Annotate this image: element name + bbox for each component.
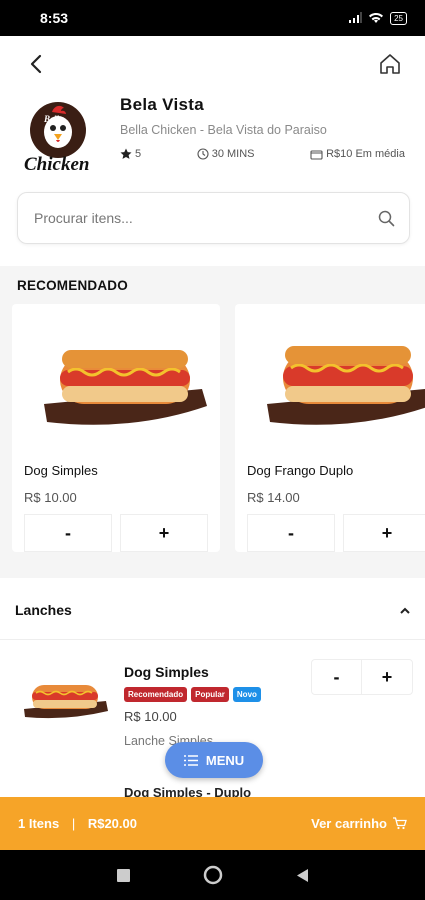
search-input[interactable] xyxy=(34,210,378,226)
category-header[interactable]: Lanches xyxy=(0,578,425,640)
recommended-card[interactable]: Dog Simples R$ 10.00 - + xyxy=(12,304,220,552)
recommended-title: RECOMENDADO xyxy=(17,278,128,293)
cart-total: R$20.00 xyxy=(87,816,137,831)
wifi-icon xyxy=(369,13,384,23)
hotdog-thumbnail xyxy=(24,685,108,719)
square-icon xyxy=(116,868,130,882)
top-bar xyxy=(0,36,425,92)
decrement-button[interactable]: - xyxy=(312,660,362,694)
badge-group: Recomendado Popular Novo xyxy=(124,687,261,702)
recents-button[interactable] xyxy=(116,868,130,882)
increment-button[interactable]: + xyxy=(343,514,425,552)
increment-button[interactable]: + xyxy=(120,514,208,552)
view-cart-button[interactable]: Ver carrinho xyxy=(311,816,407,831)
badge-novo: Novo xyxy=(232,687,261,702)
list-icon xyxy=(183,754,198,766)
menu-label: MENU xyxy=(205,752,245,768)
recommended-section: RECOMENDADO Dog Simples R$ 10.00 - + Dog… xyxy=(0,266,425,578)
hotdog-image xyxy=(44,350,207,425)
card-price: R$ 14.00 xyxy=(247,490,300,505)
decrement-button[interactable]: - xyxy=(247,514,335,552)
quantity-stepper: - + xyxy=(311,659,413,695)
svg-text:Bella: Bella xyxy=(43,114,64,124)
category-title: Lanches xyxy=(15,602,72,618)
search-icon[interactable] xyxy=(378,210,395,227)
card-price: R$ 10.00 xyxy=(24,490,77,505)
system-nav-bar xyxy=(0,850,425,900)
average-price: R$10 Em média xyxy=(326,148,405,160)
menu-button[interactable]: MENU xyxy=(165,742,263,778)
cart-icon xyxy=(393,817,407,830)
restaurant-header: Bella Chicken Bela Vista Bella Chicken -… xyxy=(0,92,425,184)
next-product-name: Dog Simples - Duplo xyxy=(124,785,252,797)
triangle-back-icon xyxy=(296,868,308,882)
recommended-card[interactable]: Dog Frango Duplo R$ 14.00 - + xyxy=(235,304,425,552)
back-button[interactable] xyxy=(22,50,50,78)
star-icon xyxy=(120,148,132,159)
search-box xyxy=(17,192,410,244)
wallet-icon xyxy=(310,149,323,160)
cart-separator: | xyxy=(71,816,76,831)
cart-count: 1 Itens xyxy=(18,816,60,831)
battery-icon: 25 xyxy=(390,11,407,25)
product-name: Dog Simples xyxy=(124,664,209,680)
product-price: R$ 10.00 xyxy=(124,709,177,724)
restaurant-address: Bella Chicken - Bela Vista do Paraiso xyxy=(120,123,327,137)
circle-icon xyxy=(203,865,222,885)
view-cart-label: Ver carrinho xyxy=(311,816,387,831)
status-time: 8:53 xyxy=(40,10,69,26)
hotdog-image xyxy=(267,346,425,425)
app-screen: 8:53 25 Bella Chicken Bela Vista Bella C… xyxy=(0,0,425,900)
collapse-toggle[interactable] xyxy=(397,602,413,618)
restaurant-logo: Bella Chicken xyxy=(22,96,98,176)
cart-bar[interactable]: 1 Itens | R$20.00 Ver carrinho xyxy=(0,797,425,850)
signal-icon xyxy=(349,12,362,23)
clock-icon xyxy=(197,148,209,160)
restaurant-meta: 5 30 MINS R$10 Em média xyxy=(120,148,405,160)
card-name: Dog Simples xyxy=(24,463,98,478)
card-name: Dog Frango Duplo xyxy=(247,463,354,478)
status-bar: 8:53 25 xyxy=(0,0,425,36)
system-home-button[interactable] xyxy=(203,865,223,885)
badge-recomendado: Recomendado xyxy=(124,687,188,702)
delivery-time: 30 MINS xyxy=(211,148,255,160)
increment-button[interactable]: + xyxy=(362,660,412,694)
svg-text:Chicken: Chicken xyxy=(24,154,89,175)
restaurant-name: Bela Vista xyxy=(120,95,204,114)
chevron-up-icon xyxy=(400,607,410,614)
chevron-left-icon xyxy=(30,54,42,74)
rating-value: 5 xyxy=(135,148,142,160)
home-button[interactable] xyxy=(375,49,405,79)
badge-popular: Popular xyxy=(191,687,229,702)
home-icon xyxy=(380,54,400,74)
system-back-button[interactable] xyxy=(296,868,309,883)
decrement-button[interactable]: - xyxy=(24,514,112,552)
